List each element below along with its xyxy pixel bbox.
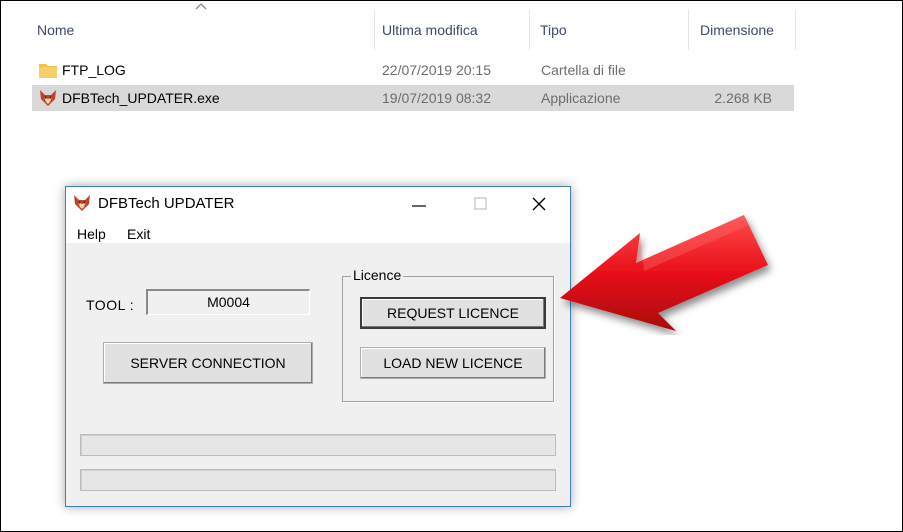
file-size: 2.268 KB [714, 90, 772, 106]
fox-app-icon [40, 90, 56, 106]
file-explorer-list: Nome Ultima modifica Tipo Dimensione FTP… [0, 0, 903, 130]
file-name: FTP_LOG [62, 62, 126, 78]
licence-groupbox: Licence [342, 267, 554, 402]
close-icon [532, 197, 546, 211]
maximize-icon [474, 197, 487, 210]
column-header-type[interactable]: Tipo [530, 0, 688, 44]
column-header-type-label: Tipo [540, 22, 567, 38]
column-header-name-label: Nome [37, 22, 75, 38]
column-header-modified[interactable]: Ultima modifica [375, 0, 529, 44]
column-header-size[interactable]: Dimensione [689, 0, 795, 44]
minimize-icon [412, 205, 426, 207]
dialog-title: DFBTech UPDATER [98, 195, 235, 212]
folder-icon [39, 64, 57, 78]
file-type: Applicazione [541, 90, 621, 106]
file-row-updater-exe[interactable]: DFBTech_UPDATER.exe 19/07/2019 08:32 App… [32, 85, 794, 111]
minimize-button[interactable] [396, 187, 442, 219]
file-row-ftp-log[interactable]: FTP_LOG 22/07/2019 20:15 Cartella di fil… [32, 57, 794, 83]
menu-bar: Help Exit [66, 219, 570, 243]
column-header-name[interactable]: Nome [32, 0, 374, 44]
red-arrow-annotation [560, 215, 768, 331]
column-separator[interactable] [795, 10, 796, 50]
menu-help[interactable]: Help [77, 226, 106, 242]
file-modified: 22/07/2019 20:15 [382, 62, 491, 78]
progress-bar-top [80, 434, 556, 456]
file-modified: 19/07/2019 08:32 [382, 90, 491, 106]
server-connection-button[interactable]: SERVER CONNECTION [103, 342, 313, 384]
tool-value-field: M0004 [146, 289, 310, 315]
fox-app-icon [74, 195, 90, 211]
menu-exit[interactable]: Exit [127, 226, 150, 242]
updater-dialog: DFBTech UPDATER Help Exit TOOL : M0004 S… [65, 186, 571, 507]
load-new-licence-button[interactable]: LOAD NEW LICENCE [360, 347, 546, 379]
request-licence-button[interactable]: REQUEST LICENCE [360, 297, 546, 329]
file-name: DFBTech_UPDATER.exe [62, 90, 220, 106]
dialog-titlebar[interactable]: DFBTech UPDATER [66, 187, 570, 219]
licence-group-label: Licence [351, 267, 404, 283]
column-header-modified-label: Ultima modifica [382, 22, 478, 38]
tool-label: TOOL : [86, 297, 135, 313]
file-type: Cartella di file [541, 62, 626, 78]
maximize-button[interactable] [458, 187, 504, 219]
progress-bar-bottom [80, 469, 556, 491]
column-header-size-label: Dimensione [700, 22, 774, 38]
